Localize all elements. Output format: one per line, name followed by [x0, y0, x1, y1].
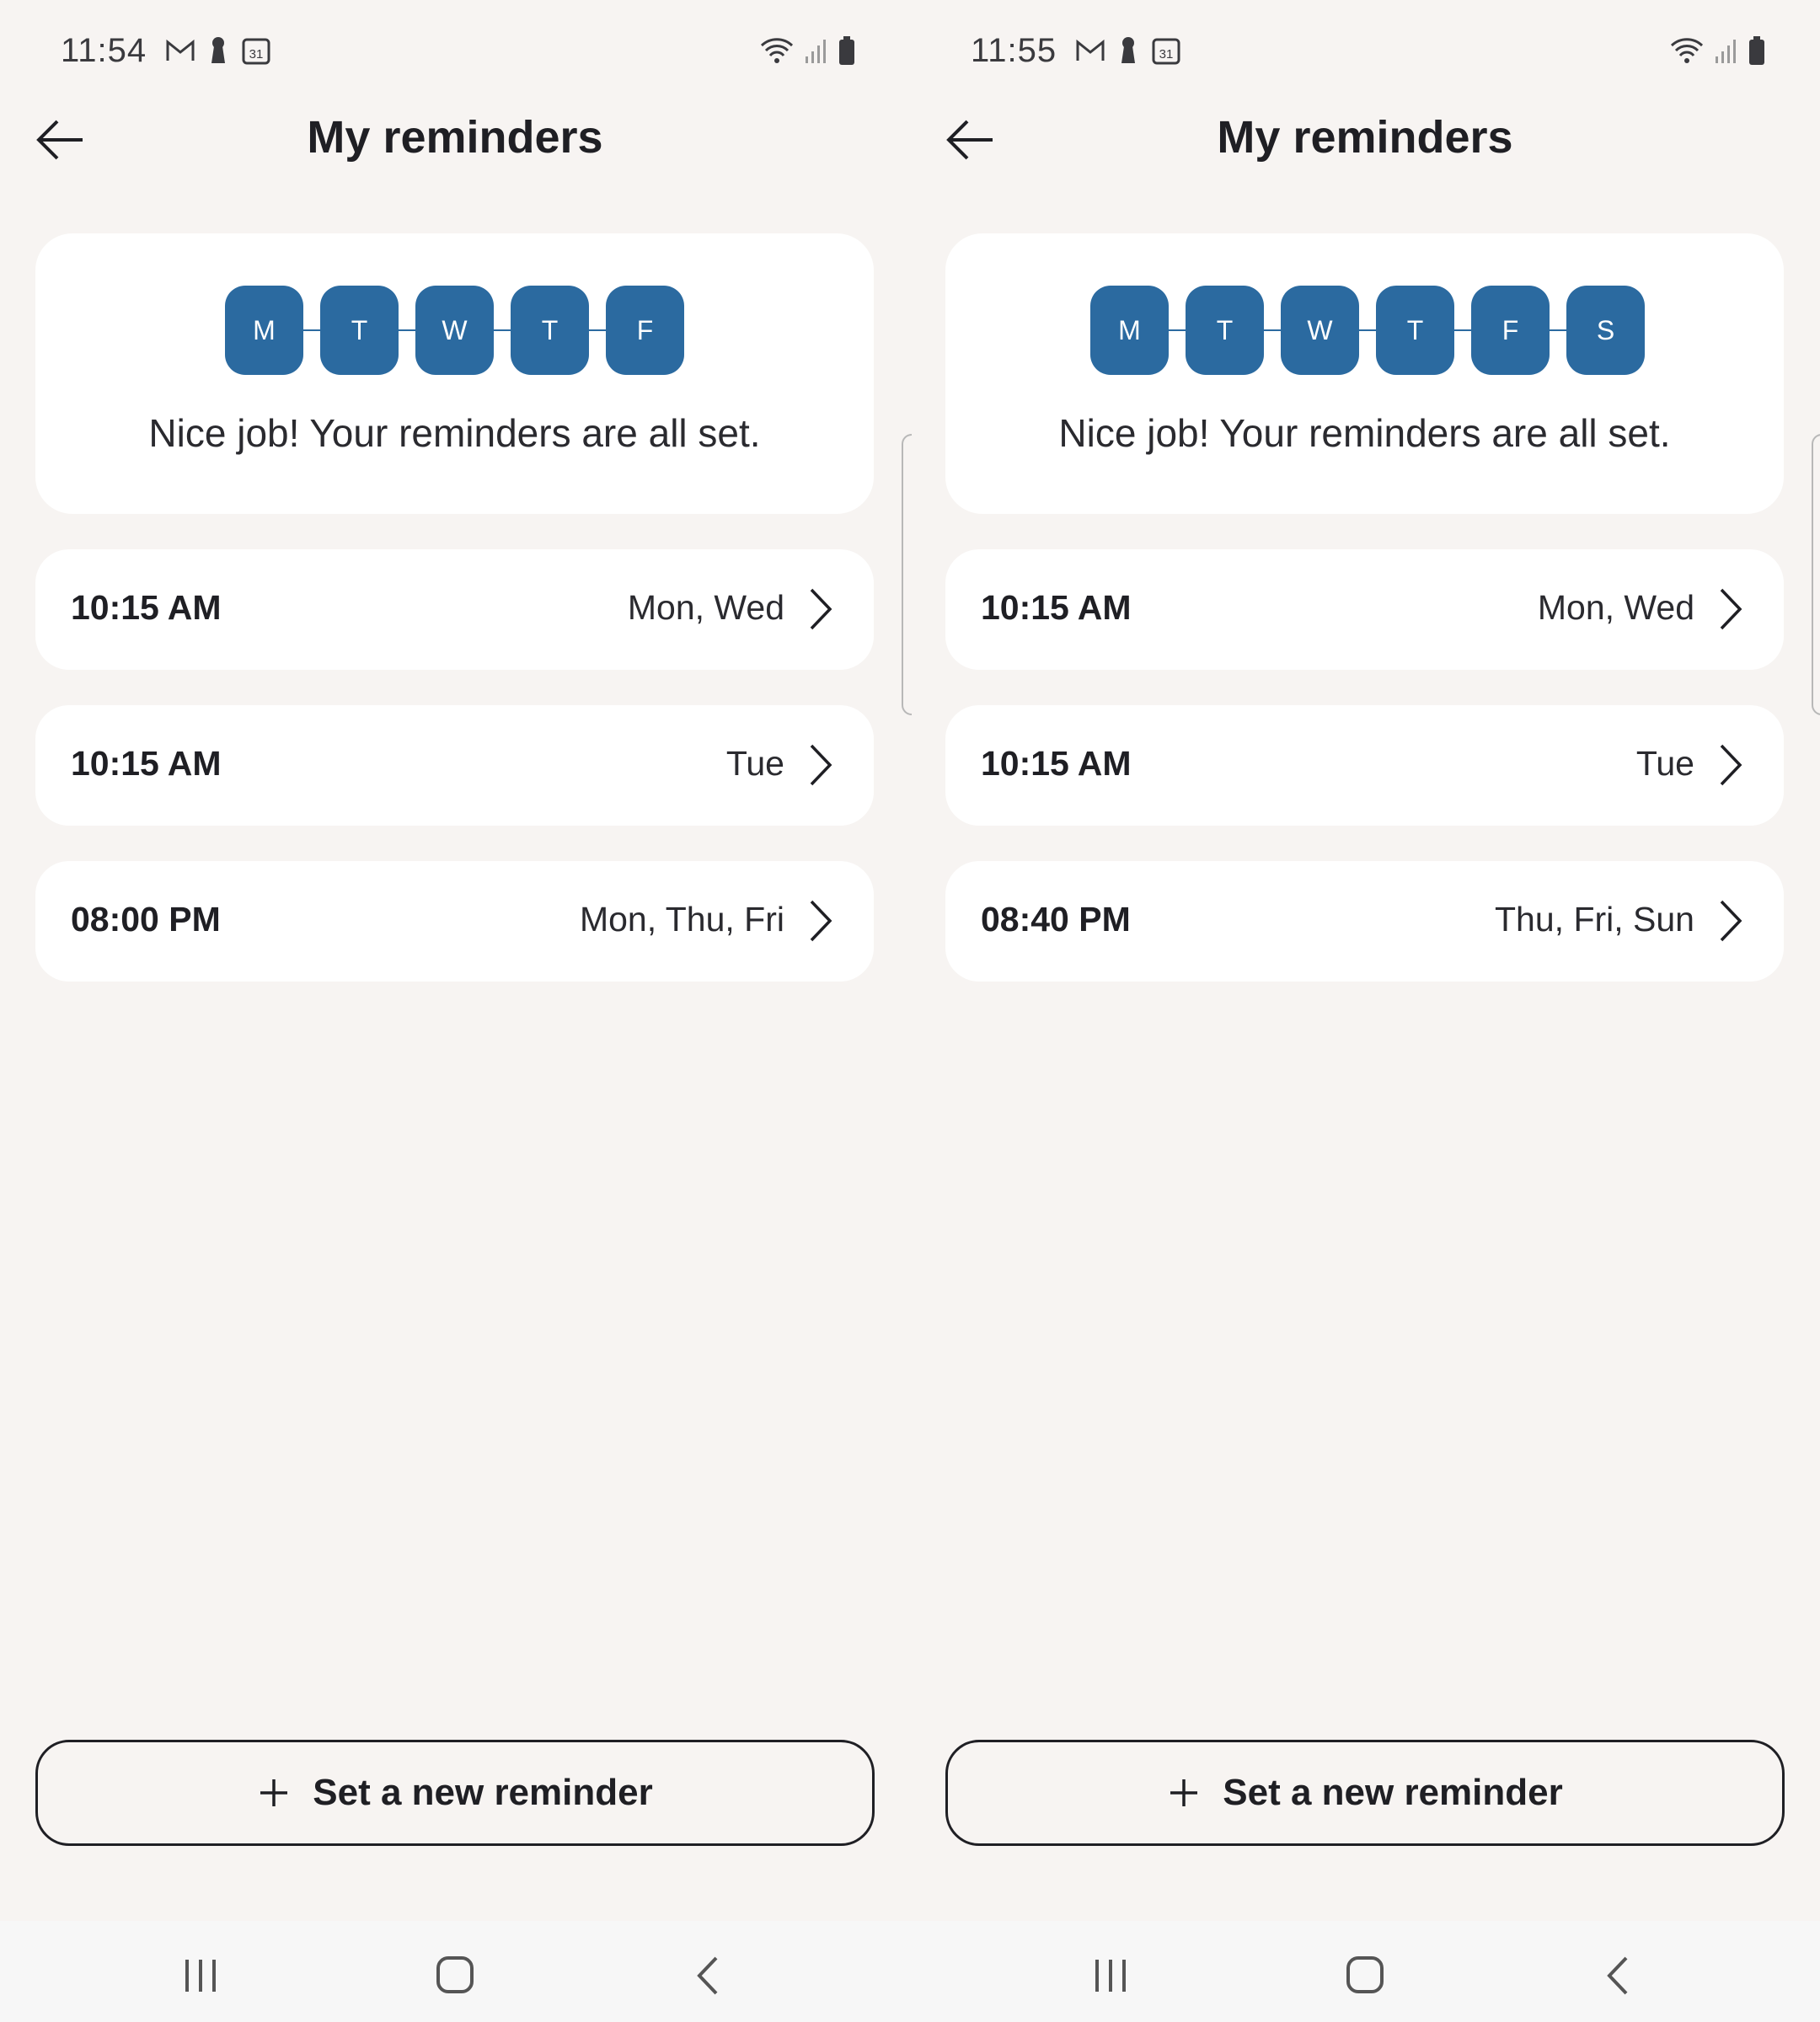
reminder-row[interactable]: 10:15 AM Mon, Wed — [35, 549, 874, 670]
chevron-right-icon — [1720, 588, 1742, 630]
status-time: 11:55 — [971, 31, 1057, 69]
day-track: M T W T F S — [1090, 286, 1645, 375]
page-title: My reminders — [307, 112, 603, 163]
reminder-days: Thu, Fri, Sun — [1495, 900, 1694, 939]
summary-card: M T W T F Nice job! Your reminders are a… — [35, 233, 874, 514]
system-nav-bar — [0, 1921, 910, 2022]
plus-icon — [260, 1779, 288, 1806]
header: My reminders — [910, 101, 1820, 177]
home-icon[interactable] — [430, 1953, 480, 1998]
reminder-days: Mon, Wed — [627, 588, 784, 627]
reminder-row[interactable]: 10:15 AM Tue — [945, 705, 1784, 826]
day-pill-mon: M — [225, 286, 303, 375]
reminder-days: Mon, Thu, Fri — [579, 900, 784, 939]
reminder-row[interactable]: 10:15 AM Tue — [35, 705, 874, 826]
reminder-row[interactable]: 08:00 PM Mon, Thu, Fri — [35, 861, 874, 982]
home-icon[interactable] — [1340, 1953, 1390, 1998]
plus-icon — [1170, 1779, 1198, 1806]
svg-text:31: 31 — [1159, 47, 1174, 62]
day-pill-mon: M — [1090, 286, 1169, 375]
day-pill-fri: F — [1471, 286, 1550, 375]
recent-apps-icon[interactable] — [175, 1953, 226, 1998]
battery-icon — [839, 36, 854, 65]
nav-back-icon[interactable] — [684, 1953, 735, 1998]
chevron-right-icon — [810, 588, 832, 630]
wifi-icon — [760, 38, 794, 63]
day-pill-tue: T — [320, 286, 399, 375]
reminder-time: 10:15 AM — [71, 744, 222, 783]
day-pill-sat: S — [1566, 286, 1645, 375]
set-new-reminder-button[interactable]: Set a new reminder — [945, 1740, 1785, 1846]
screen-right: 11:55 31 My reminders M T W T F S Nice j… — [910, 0, 1820, 2022]
reminder-time: 10:15 AM — [71, 588, 222, 627]
day-pill-wed: W — [1281, 286, 1359, 375]
chevron-right-icon — [810, 744, 832, 786]
keyhole-icon — [211, 37, 226, 63]
keyhole-icon — [1121, 37, 1136, 63]
signal-icon — [806, 40, 826, 63]
summary-card: M T W T F S Nice job! Your reminders are… — [945, 233, 1784, 514]
summary-message: Nice job! Your reminders are all set. — [1058, 411, 1671, 455]
day-pill-thu: T — [511, 286, 589, 375]
recent-apps-icon[interactable] — [1085, 1953, 1136, 1998]
reminder-time: 10:15 AM — [981, 588, 1132, 627]
chevron-right-icon — [810, 900, 832, 942]
status-bar: 11:55 31 — [971, 25, 1766, 76]
chevron-right-icon — [1720, 744, 1742, 786]
gmail-icon — [1076, 39, 1105, 61]
reminder-row[interactable]: 08:40 PM Thu, Fri, Sun — [945, 861, 1784, 982]
gmail-icon — [166, 39, 195, 61]
summary-message: Nice job! Your reminders are all set. — [148, 411, 761, 455]
day-pill-fri: F — [606, 286, 684, 375]
status-bar: 11:54 31 — [61, 25, 856, 76]
reminder-time: 08:00 PM — [71, 900, 221, 939]
status-time: 11:54 — [61, 31, 147, 69]
day-pill-thu: T — [1376, 286, 1454, 375]
track-line — [1090, 329, 1642, 331]
calendar-icon: 31 — [1152, 38, 1180, 65]
screen-left: 11:54 31 My reminders M T W T F Nice job… — [0, 0, 912, 2022]
system-nav-bar — [910, 1921, 1820, 2022]
reminder-days: Mon, Wed — [1537, 588, 1694, 627]
wifi-icon — [1670, 38, 1704, 63]
day-pill-tue: T — [1186, 286, 1264, 375]
day-track: M T W T F — [225, 286, 684, 375]
signal-icon — [1716, 40, 1736, 63]
reminder-time: 08:40 PM — [981, 900, 1131, 939]
svg-text:31: 31 — [249, 47, 264, 62]
set-new-reminder-label: Set a new reminder — [313, 1772, 653, 1813]
battery-icon — [1749, 36, 1764, 65]
reminder-row[interactable]: 10:15 AM Mon, Wed — [945, 549, 1784, 670]
day-pill-wed: W — [415, 286, 494, 375]
calendar-icon: 31 — [242, 38, 270, 65]
set-new-reminder-button[interactable]: Set a new reminder — [35, 1740, 875, 1846]
chevron-right-icon — [1720, 900, 1742, 942]
reminder-time: 10:15 AM — [981, 744, 1132, 783]
edge-panel-handle[interactable] — [1812, 434, 1820, 715]
nav-back-icon[interactable] — [1594, 1953, 1645, 1998]
header: My reminders — [0, 101, 910, 177]
page-title: My reminders — [1217, 112, 1513, 163]
reminder-days: Tue — [1635, 744, 1694, 783]
set-new-reminder-label: Set a new reminder — [1223, 1772, 1563, 1813]
reminder-days: Tue — [725, 744, 784, 783]
